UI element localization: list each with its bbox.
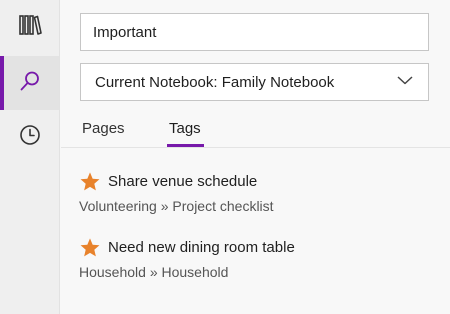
notebooks-button[interactable]: [0, 0, 59, 54]
navigation-rail: [0, 0, 60, 314]
tag-result-item[interactable]: Need new dining room table Household » H…: [61, 237, 450, 289]
tag-result-title: Need new dining room table: [108, 239, 295, 256]
tag-result-location: Household » Household: [79, 264, 229, 280]
notebooks-icon: [18, 13, 42, 42]
result-tabs: Pages Tags: [61, 114, 450, 148]
star-icon: [79, 171, 101, 193]
tag-result-title: Share venue schedule: [108, 173, 258, 190]
search-button[interactable]: [0, 56, 59, 110]
recent-clock-icon: [18, 123, 42, 152]
tag-result-location: Volunteering » Project checklist: [79, 198, 274, 214]
search-panel: Current Notebook: Family Notebook Pages …: [61, 0, 450, 314]
tab-pages[interactable]: Pages: [82, 120, 125, 137]
search-scope-value: Current Notebook: Family Notebook: [95, 73, 335, 91]
search-scope-dropdown[interactable]: Current Notebook: Family Notebook: [80, 63, 429, 101]
active-indicator: [0, 56, 4, 110]
tag-result-item[interactable]: Share venue schedule Volunteering » Proj…: [61, 171, 450, 223]
chevron-down-icon: [396, 73, 414, 91]
onenote-search-pane: Current Notebook: Family Notebook Pages …: [0, 0, 450, 314]
search-icon: [18, 69, 42, 98]
active-tab-underline: [167, 144, 204, 147]
search-input[interactable]: [80, 13, 429, 51]
star-icon: [79, 237, 101, 259]
tab-tags[interactable]: Tags: [169, 120, 201, 137]
recent-button[interactable]: [0, 110, 59, 164]
